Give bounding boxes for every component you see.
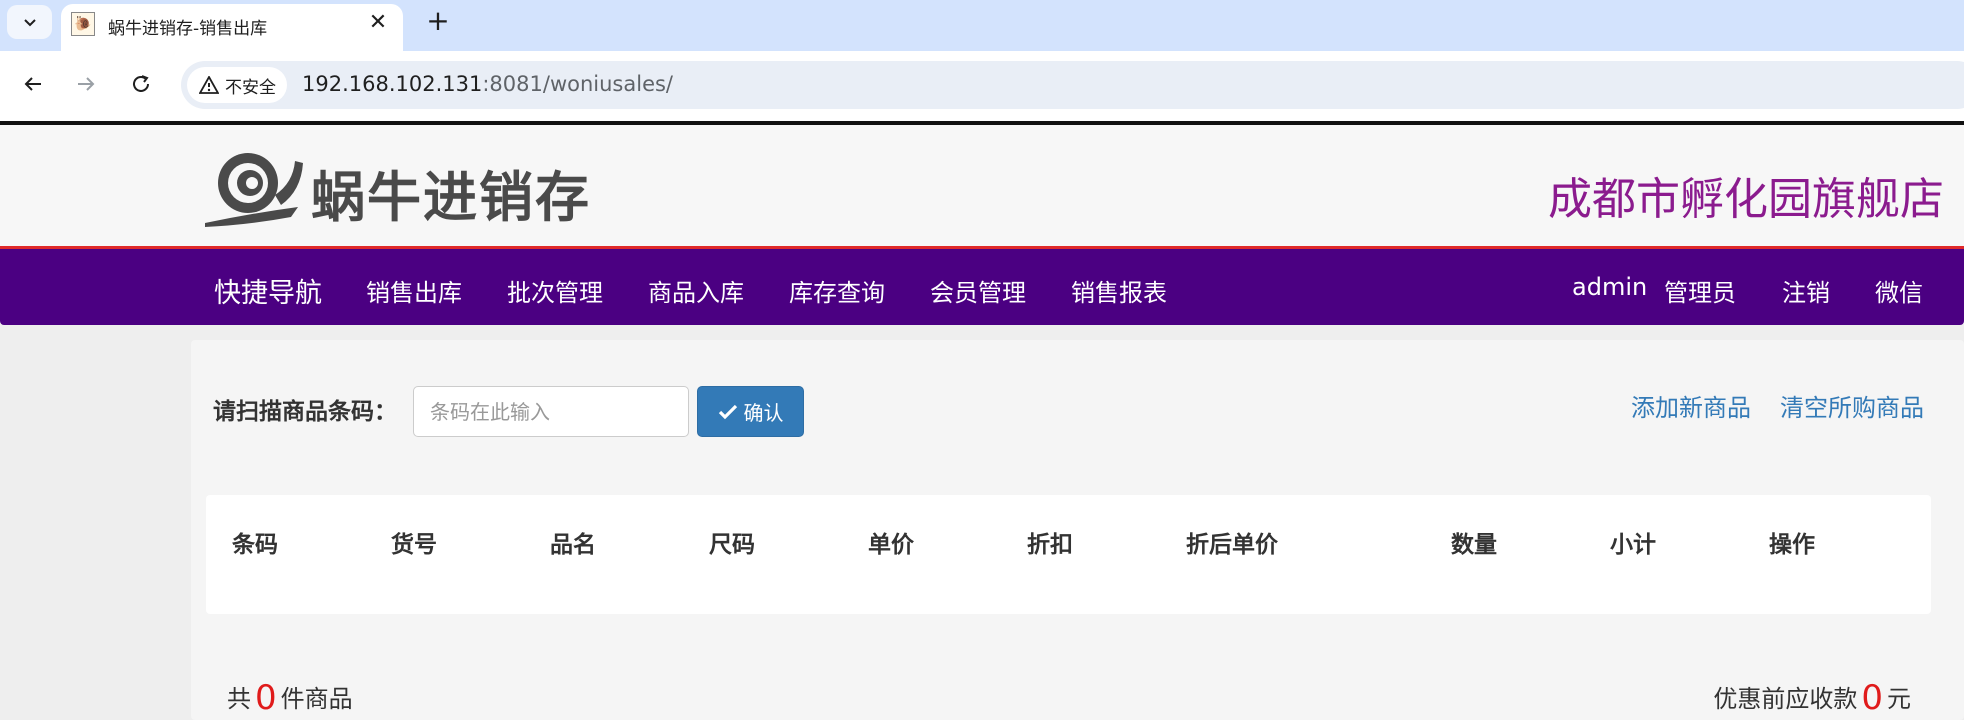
column-header-barcode: 条码	[232, 532, 278, 558]
store-name: 成都市孵化园旗舰店	[1548, 174, 1944, 225]
column-header-unit-price: 单价	[868, 532, 914, 558]
browser-tab-strip: 🐌 蜗牛进销存-销售出库 ✕ +	[0, 0, 1964, 51]
column-header-subtotal: 小计	[1610, 532, 1656, 558]
main-navbar: 快捷导航 销售出库 批次管理 商品入库 库存查询 会员管理 销售报表 admin…	[0, 249, 1964, 325]
site-header: 蜗牛进销存 成都市孵化园旗舰店	[0, 125, 1964, 247]
total-currency: 元	[1887, 685, 1911, 713]
nav-brand[interactable]: 快捷导航	[214, 271, 322, 310]
snail-favicon-icon: 🐌	[71, 12, 95, 36]
address-bar[interactable]: 不安全 192.168.102.131:8081/woniusales/	[181, 61, 1964, 109]
snail-logo-icon	[205, 153, 303, 227]
logo-text: 蜗牛进销存	[311, 166, 591, 229]
column-header-item-no: 货号	[391, 532, 437, 558]
column-header-quantity: 数量	[1451, 532, 1497, 558]
reload-button[interactable]	[124, 67, 158, 101]
close-tab-icon[interactable]: ✕	[365, 10, 391, 36]
warning-triangle-icon	[199, 76, 219, 94]
url-text[interactable]: 192.168.102.131:8081/woniusales/	[302, 72, 673, 96]
item-count-prefix: 共	[227, 685, 251, 713]
security-indicator[interactable]: 不安全	[187, 67, 287, 103]
url-host: 192.168.102.131	[302, 72, 483, 96]
url-path: :8081/woniusales/	[482, 72, 674, 96]
nav-item-inventory-query[interactable]: 库存查询	[789, 273, 885, 308]
column-header-actions: 操作	[1769, 532, 1815, 558]
forward-button[interactable]	[69, 67, 103, 101]
item-count-summary: 共 0 件商品	[227, 678, 353, 718]
nav-item-batch-management[interactable]: 批次管理	[507, 273, 603, 308]
add-product-link[interactable]: 添加新商品	[1631, 388, 1751, 423]
arrow-left-icon	[24, 77, 41, 91]
reload-icon	[133, 75, 149, 92]
nav-item-member-management[interactable]: 会员管理	[930, 273, 1026, 308]
confirm-label: 确认	[743, 401, 784, 425]
clear-cart-link[interactable]: 清空所购商品	[1780, 388, 1924, 423]
new-tab-plus-icon[interactable]: +	[423, 6, 453, 36]
nav-item-sales-report[interactable]: 销售报表	[1071, 273, 1167, 308]
column-header-size: 尺码	[709, 532, 755, 558]
nav-role[interactable]: 管理员	[1664, 273, 1736, 308]
checkmark-icon	[718, 404, 737, 419]
scan-label: 请扫描商品条码：	[213, 399, 397, 425]
column-header-discounted-price: 折后单价	[1186, 532, 1278, 558]
total-summary: 优惠前应收款 0 元	[1713, 678, 1911, 718]
item-count-suffix: 件商品	[280, 685, 353, 713]
sales-panel: 请扫描商品条码： 确认 添加新商品 清空所购商品 条码 货号 品名 尺码 单价 …	[191, 340, 1964, 720]
item-count-value: 0	[255, 678, 277, 718]
site-logo[interactable]: 蜗牛进销存	[203, 143, 593, 229]
cart-table: 条码 货号 品名 尺码 单价 折扣 折后单价 数量 小计 操作	[206, 495, 1931, 614]
nav-wechat[interactable]: 微信	[1875, 273, 1923, 308]
security-label: 不安全	[225, 77, 276, 98]
column-header-product-name: 品名	[550, 532, 596, 558]
arrow-right-icon	[78, 77, 95, 91]
nav-item-product-inbound[interactable]: 商品入库	[648, 273, 744, 308]
column-header-discount: 折扣	[1027, 532, 1073, 558]
total-value: 0	[1861, 678, 1883, 718]
barcode-input[interactable]	[413, 386, 689, 437]
tab-title: 蜗牛进销存-销售出库	[108, 19, 268, 39]
browser-tab-active[interactable]: 🐌 蜗牛进销存-销售出库 ✕	[61, 4, 403, 51]
back-button[interactable]	[16, 67, 50, 101]
browser-toolbar: 不安全 192.168.102.131:8081/woniusales/	[0, 51, 1964, 121]
total-label: 优惠前应收款	[1713, 685, 1858, 713]
nav-user[interactable]: admin	[1572, 273, 1647, 301]
chevron-down-icon	[23, 19, 36, 27]
confirm-button[interactable]: 确认	[697, 386, 804, 437]
tab-search-button[interactable]	[7, 5, 52, 39]
nav-item-sales-out[interactable]: 销售出库	[366, 273, 462, 308]
nav-logout[interactable]: 注销	[1782, 273, 1830, 308]
